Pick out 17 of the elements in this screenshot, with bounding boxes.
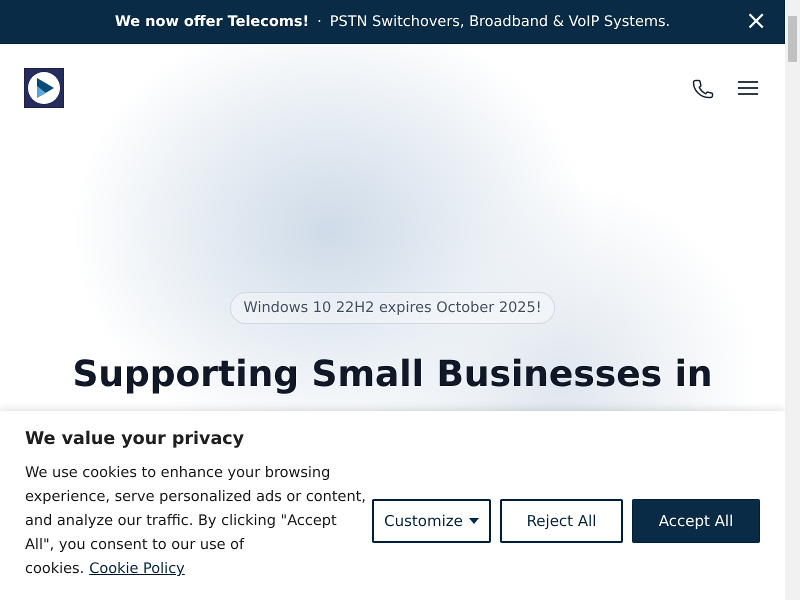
announcement-text: PSTN Switchovers, Broadband & VoIP Systems. (330, 14, 670, 30)
caret-icon (468, 518, 479, 524)
hero-heading: Supporting Small Businesses in (72, 354, 713, 395)
reject-button[interactable]: Reject All (500, 499, 623, 543)
announcement-highlight: We now offer Telecoms! (114, 14, 310, 30)
accept-button[interactable]: Accept All (632, 499, 760, 543)
cookie-text: We use cookies to enhance your browsing experience, serve personalized ads or content, and analyze our traffic. By clicking "Accept All", you consent to our use of cookies. Cookie Policy (25, 464, 367, 579)
announcement-badge: Windows 10 22H2 expires October 2025! (230, 292, 555, 324)
cookie-title: We value your privacy (25, 429, 246, 449)
menu-icon[interactable] (737, 80, 759, 96)
scrollbar[interactable] (785, 0, 800, 600)
scrollbar-thumb[interactable] (788, 16, 797, 62)
cookie-policy-link[interactable]: Cookie Policy (89, 561, 185, 577)
close-button[interactable]: × (741, 8, 771, 34)
separator-dot: · (317, 14, 322, 30)
customize-button[interactable]: Customize (372, 499, 491, 543)
logo-icon[interactable] (24, 68, 64, 108)
